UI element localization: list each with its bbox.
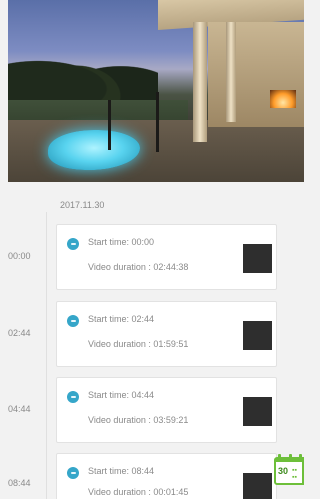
- recording-row: 00:00 Start time: 00:00 Video duration :…: [0, 224, 304, 290]
- record-icon: [67, 467, 79, 479]
- preview-fireplace: [270, 90, 296, 108]
- recording-thumbnail[interactable]: [243, 321, 272, 350]
- recording-card[interactable]: Start time: 08:44 Video duration : 00:01…: [56, 453, 277, 499]
- timeline-time-label: 04:44: [8, 404, 31, 414]
- start-time-text: Start time: 02:44: [88, 314, 155, 324]
- timeline-time-label: 08:44: [8, 478, 31, 488]
- start-time-text: Start time: 00:00: [88, 237, 155, 247]
- record-icon: [67, 238, 79, 250]
- recording-card[interactable]: Start time: 02:44 Video duration : 01:59…: [56, 301, 277, 367]
- preview-house: [208, 22, 304, 127]
- calendar-icon: [278, 454, 302, 460]
- date-header: 2017.11.30: [60, 200, 105, 210]
- preview-post: [108, 100, 111, 150]
- video-duration-text: Video duration : 03:59:21: [88, 415, 189, 425]
- preview-post: [156, 92, 159, 152]
- start-time-text: Start time: 04:44: [88, 390, 155, 400]
- recording-thumbnail[interactable]: [243, 473, 272, 499]
- calendar-grid-glyph: ▪▪ ▪▪: [292, 467, 297, 481]
- video-duration-text: Video duration : 01:59:51: [88, 339, 189, 349]
- video-duration-text: Video duration : 00:01:45: [88, 487, 189, 497]
- calendar-day: 30: [278, 466, 289, 476]
- record-icon: [67, 315, 79, 327]
- timeline-time-label: 02:44: [8, 328, 31, 338]
- preview-column: [193, 22, 207, 142]
- playback-screen: 2017.11.30 00:00 Start time: 00:00 Video…: [0, 0, 304, 499]
- recording-thumbnail[interactable]: [243, 397, 272, 426]
- video-preview-image[interactable]: [8, 0, 304, 182]
- recording-card[interactable]: Start time: 04:44 Video duration : 03:59…: [56, 377, 277, 443]
- recording-row: 02:44 Start time: 02:44 Video duration :…: [0, 301, 304, 367]
- recording-thumbnail[interactable]: [243, 244, 272, 273]
- video-duration-text: Video duration : 02:44:38: [88, 262, 189, 272]
- recording-row: 08:44 Start time: 08:44 Video duration :…: [0, 453, 304, 499]
- recording-row: 04:44 Start time: 04:44 Video duration :…: [0, 377, 304, 443]
- timeline-time-label: 00:00: [8, 251, 31, 261]
- record-icon: [67, 391, 79, 403]
- recording-card[interactable]: Start time: 00:00 Video duration : 02:44…: [56, 224, 277, 290]
- preview-column: [226, 22, 236, 122]
- calendar-button[interactable]: 30 ▪▪ ▪▪: [274, 454, 304, 485]
- start-time-text: Start time: 08:44: [88, 466, 155, 476]
